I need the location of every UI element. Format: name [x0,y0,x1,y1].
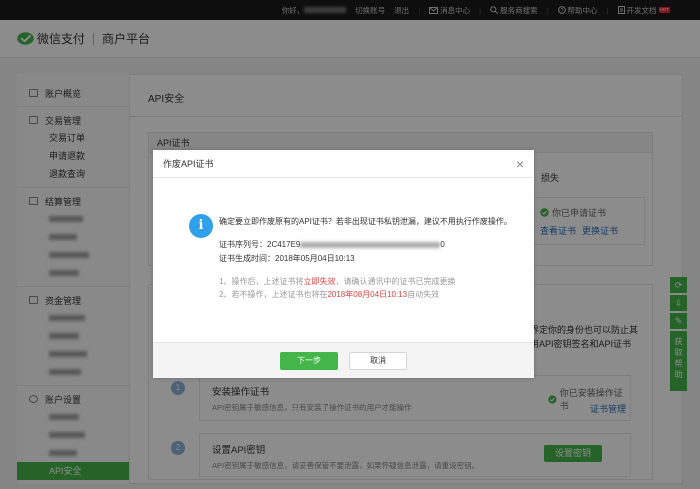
cert-serial-tail: 0 [440,240,445,249]
note-1-highlight: 立即失效 [303,277,336,286]
note-2-highlight: 2018年08月04日10:13 [327,290,408,299]
dialog-question: 确定要立即作废原有的API证书？若非出现证书私钥泄漏，建议不用执行作废操作。 [219,217,512,226]
dialog-title: 作废API证书 [163,159,214,169]
cert-serial-label: 证书序列号： [219,240,267,249]
info-icon: i [189,214,213,238]
cert-serial-value: 2C417E9 [267,240,301,249]
close-icon[interactable]: × [516,157,524,171]
note-1: 1、操作后，上述证书将立即失效，请确认通讯中的证书已完成更换 [219,277,456,286]
cert-generated: 证书生成时间：2018年05月04日10:13 [219,253,355,264]
cert-serial-redacted [300,241,441,248]
cert-generated-label: 证书生成时间： [219,254,275,263]
cert-generated-value: 2018年05月04日10:13 [275,254,355,263]
dialog-footer: 下一步 取消 [153,342,534,378]
note-2: 2、若不操作，上述证书也将在2018年08月04日10:13自动失效 [219,290,440,299]
dialog-header: 作废API证书 × [153,150,534,178]
next-step-button[interactable]: 下一步 [280,352,338,370]
revoke-cert-dialog: 作废API证书 × i 确定要立即作废原有的API证书？若非出现证书私钥泄漏，建… [153,150,534,378]
cert-serial: 证书序列号：2C417E9 0 [219,239,445,250]
cancel-button[interactable]: 取消 [349,352,407,370]
